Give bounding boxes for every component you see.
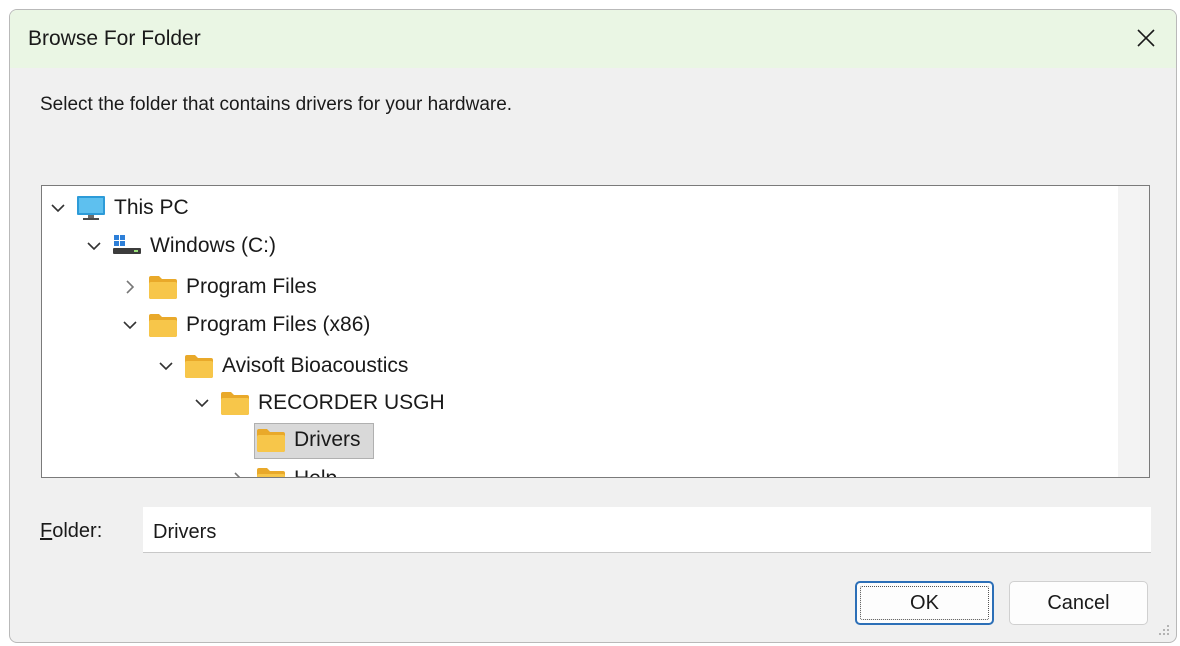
- folder-label-access-key: F: [40, 520, 53, 542]
- folder-icon: [185, 355, 213, 378]
- close-button[interactable]: [1114, 10, 1176, 68]
- chevron-down-icon[interactable]: [192, 393, 212, 413]
- tree-node-label: RECORDER USGH: [258, 391, 445, 414]
- instruction-text: Select the folder that contains drivers …: [40, 94, 513, 115]
- title-bar[interactable]: Browse For Folder: [10, 10, 1176, 68]
- cancel-button[interactable]: Cancel: [1009, 581, 1148, 625]
- tree-node-program-files-x86[interactable]: Program Files (x86): [120, 308, 370, 342]
- tree-node-program-files[interactable]: Program Files: [120, 270, 317, 304]
- drive-icon: [113, 235, 141, 254]
- chevron-down-icon[interactable]: [156, 356, 176, 376]
- resize-grip-icon[interactable]: [1156, 622, 1170, 636]
- tree-node-label: Program Files: [186, 275, 317, 298]
- folder-icon: [257, 468, 285, 477]
- focus-ring: [860, 586, 989, 620]
- folder-icon: [257, 429, 285, 452]
- folder-icon: [221, 392, 249, 415]
- chevron-right-icon[interactable]: [228, 469, 248, 478]
- tree-node-label: Help: [294, 467, 337, 477]
- folder-icon: [149, 276, 177, 299]
- monitor-icon: [77, 196, 105, 220]
- folder-input-value: Drivers: [153, 521, 217, 543]
- chevron-placeholder: [228, 430, 248, 450]
- tree-node-label: Program Files (x86): [186, 313, 371, 336]
- tree-node-help[interactable]: Help: [228, 462, 337, 478]
- tree-scrollbar[interactable]: [1118, 186, 1149, 477]
- folder-label: Folder:: [40, 520, 102, 543]
- close-icon: [1137, 29, 1155, 47]
- tree-node-label: This PC: [114, 196, 189, 219]
- folder-tree[interactable]: This PC Windows (C:) Program Files Progr…: [41, 185, 1150, 478]
- window-title: Browse For Folder: [28, 27, 201, 50]
- chevron-down-icon[interactable]: [84, 236, 104, 256]
- tree-node-avisoft-bioacoustics[interactable]: Avisoft Bioacoustics: [156, 349, 408, 383]
- tree-node-recorder-usgh[interactable]: RECORDER USGH: [192, 386, 445, 420]
- chevron-down-icon[interactable]: [120, 315, 140, 335]
- tree-node-this-pc[interactable]: This PC: [48, 191, 189, 225]
- ok-button[interactable]: OK: [855, 581, 994, 625]
- tree-node-drivers[interactable]: Drivers: [228, 423, 374, 459]
- tree-node-label: Windows (C:): [150, 234, 277, 257]
- tree-node-label: Drivers: [294, 428, 361, 451]
- folder-input[interactable]: Drivers: [143, 507, 1151, 553]
- folder-icon: [149, 314, 177, 337]
- chevron-down-icon[interactable]: [48, 198, 68, 218]
- folder-label-text: older:: [52, 520, 103, 542]
- cancel-button-label: Cancel: [1047, 591, 1110, 614]
- tree-node-windows-c[interactable]: Windows (C:): [84, 229, 276, 263]
- tree-node-label: Avisoft Bioacoustics: [222, 354, 409, 377]
- chevron-right-icon[interactable]: [120, 277, 140, 297]
- browse-for-folder-dialog: Browse For Folder Select the folder that…: [9, 9, 1177, 643]
